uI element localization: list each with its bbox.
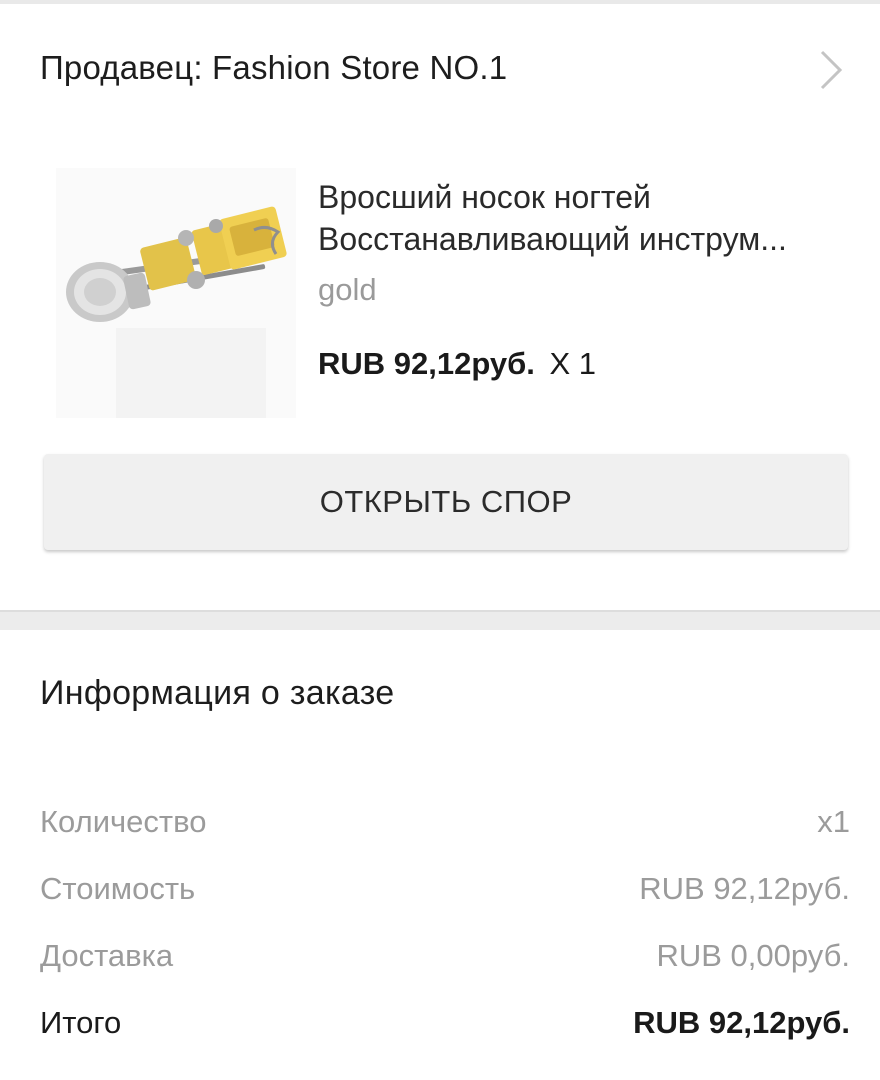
product-variant: gold xyxy=(318,272,377,307)
order-info-section: Информация о заказе Количество x1 Стоимо… xyxy=(0,630,880,1056)
product-quantity: X 1 xyxy=(549,346,597,381)
product-title-line2[interactable]: Восстанавливающий инструм... xyxy=(318,218,848,260)
order-total-value: RUB 92,12руб. xyxy=(633,1004,850,1040)
price-line: RUB 92,12руб. X 1 xyxy=(318,346,848,382)
dispute-container: ОТКРЫТЬ СПОР xyxy=(0,454,880,610)
order-info-title: Информация о заказе xyxy=(40,674,395,712)
order-row-value: x1 xyxy=(817,803,850,839)
product-price: RUB 92,12руб. xyxy=(318,346,535,381)
chevron-right-icon xyxy=(820,50,843,90)
seller-row[interactable]: Продавец: Fashion Store NO.1 xyxy=(0,4,880,132)
product-image xyxy=(56,168,296,418)
open-dispute-button[interactable]: ОТКРЫТЬ СПОР xyxy=(44,454,848,550)
order-row-quantity: Количество x1 xyxy=(40,788,850,855)
seller-name: Продавец: Fashion Store NO.1 xyxy=(40,49,508,86)
order-row-total: Итого RUB 92,12руб. xyxy=(40,989,850,1056)
product-title-line1[interactable]: Вросший носок ногтей xyxy=(318,176,848,218)
section-divider xyxy=(0,610,880,630)
product-item[interactable]: Вросший носок ногтей Восстанавливающий и… xyxy=(0,132,880,454)
order-row-cost: Стоимость RUB 92,12руб. xyxy=(40,855,850,922)
order-row-label: Итого xyxy=(40,1004,122,1040)
order-row-label: Доставка xyxy=(40,937,174,973)
product-info: Вросший носок ногтей Восстанавливающий и… xyxy=(318,176,848,382)
order-row-label: Стоимость xyxy=(40,870,196,906)
order-row-shipping: Доставка RUB 0,00руб. xyxy=(40,922,850,989)
order-row-value: RUB 0,00руб. xyxy=(656,937,850,973)
order-row-label: Количество xyxy=(40,803,207,839)
order-row-value: RUB 92,12руб. xyxy=(639,870,850,906)
